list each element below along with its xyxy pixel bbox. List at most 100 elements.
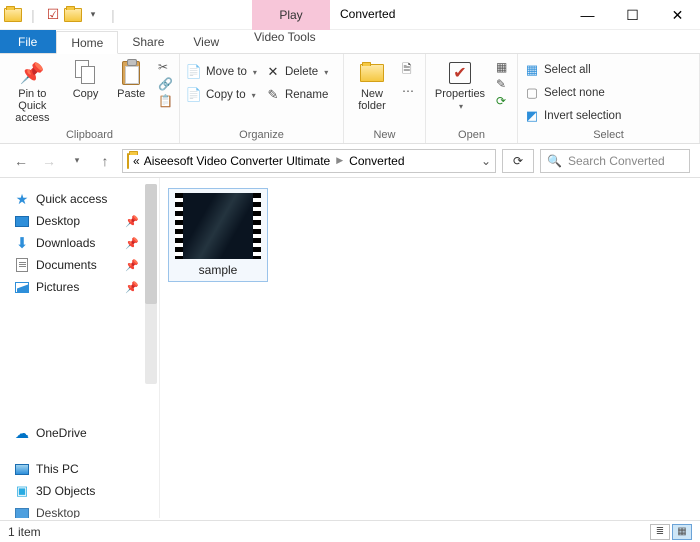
- title-bar: | ☑ ▾ | Play Converted — ☐ ✕: [0, 0, 700, 30]
- objects-3d-icon: ▣: [14, 483, 30, 499]
- pin-quick-access-button[interactable]: 📌 Pin to Quick access: [6, 58, 59, 124]
- desktop-icon: [14, 505, 30, 518]
- sidebar-item-desktop-2[interactable]: Desktop: [14, 502, 155, 518]
- content-area[interactable]: sample: [160, 178, 700, 518]
- navigation-pane: ★Quick access Desktop📌 ⬇Downloads📌 Docum…: [0, 178, 160, 518]
- select-none-button[interactable]: ▢Select none: [524, 83, 621, 103]
- details-view-button[interactable]: ≣: [650, 524, 670, 540]
- paste-shortcut-icon[interactable]: 📋: [158, 94, 173, 108]
- file-item-label: sample: [199, 263, 238, 277]
- group-select: ▦Select all ▢Select none ◩Invert selecti…: [518, 54, 700, 143]
- select-all-icon: ▦: [524, 62, 540, 78]
- pin-icon: 📌: [19, 60, 45, 86]
- open-extras: ▦ ✎ ⟳: [496, 58, 507, 108]
- pin-icon: 📌: [125, 259, 139, 272]
- pin-label: Pin to Quick access: [6, 88, 59, 124]
- back-button[interactable]: ←: [10, 150, 32, 172]
- tab-home[interactable]: Home: [56, 31, 118, 54]
- paste-label: Paste: [117, 88, 145, 100]
- open-icon[interactable]: ▦: [496, 60, 507, 74]
- edit-icon[interactable]: ✎: [496, 77, 507, 91]
- group-clipboard: 📌 Pin to Quick access Copy Paste ✂ 🔗 📋 C…: [0, 54, 180, 143]
- new-folder-button[interactable]: New folder: [350, 58, 394, 112]
- ribbon-tabs: File Home Share View Video Tools: [0, 30, 700, 54]
- rename-icon: ✎: [265, 87, 281, 103]
- refresh-button[interactable]: ⟳: [502, 149, 534, 173]
- tab-video-tools[interactable]: Video Tools: [240, 30, 331, 44]
- copy-to-icon: 📄: [186, 87, 202, 103]
- view-mode-buttons: ≣ ▦: [650, 524, 692, 540]
- status-bar: 1 item ≣ ▦: [0, 520, 700, 542]
- breadcrumb-item[interactable]: Aiseesoft Video Converter Ultimate: [144, 154, 331, 168]
- chevron-down-icon: ▾: [324, 68, 328, 77]
- search-input[interactable]: 🔍 Search Converted: [540, 149, 690, 173]
- up-button[interactable]: ↑: [94, 150, 116, 172]
- chevron-down-icon: ▾: [459, 102, 463, 111]
- close-button[interactable]: ✕: [655, 0, 700, 30]
- select-all-button[interactable]: ▦Select all: [524, 60, 621, 80]
- easy-access-icon[interactable]: ⋯: [402, 84, 414, 98]
- pictures-icon: [14, 279, 30, 295]
- window-title: Converted: [340, 7, 395, 21]
- maximize-button[interactable]: ☐: [610, 0, 655, 30]
- rename-button[interactable]: ✎Rename: [265, 85, 328, 105]
- thumbnails-view-button[interactable]: ▦: [672, 524, 692, 540]
- pin-icon: 📌: [125, 215, 139, 228]
- properties-button[interactable]: ✔ Properties ▾: [432, 58, 488, 111]
- paste-button[interactable]: Paste: [112, 58, 150, 100]
- select-none-icon: ▢: [524, 85, 540, 101]
- invert-selection-icon: ◩: [524, 108, 540, 124]
- file-item[interactable]: sample: [168, 188, 268, 282]
- tab-share[interactable]: Share: [118, 30, 179, 53]
- copy-button[interactable]: Copy: [67, 58, 105, 100]
- qat-dropdown-icon[interactable]: ▾: [84, 6, 102, 24]
- sidebar-onedrive[interactable]: ☁OneDrive: [14, 422, 155, 444]
- search-placeholder: Search Converted: [568, 154, 665, 168]
- tab-view[interactable]: View: [179, 30, 234, 53]
- group-organize-label: Organize: [186, 127, 337, 142]
- new-item-icon[interactable]: 🗎: [402, 60, 414, 81]
- cut-icon[interactable]: ✂: [158, 60, 173, 74]
- quick-access-toolbar: | ☑ ▾ |: [0, 6, 126, 24]
- group-organize: 📄Move to▾ 📄Copy to▾ ✕Delete▾ ✎Rename Org…: [180, 54, 344, 143]
- minimize-button[interactable]: —: [565, 0, 610, 30]
- paste-icon: [118, 60, 144, 86]
- sidebar-item-pictures[interactable]: Pictures📌: [14, 276, 155, 298]
- chevron-down-icon: ▾: [252, 91, 256, 100]
- chevron-down-icon: ▾: [253, 68, 257, 77]
- sidebar-scrollbar-thumb[interactable]: [145, 184, 157, 304]
- sidebar-item-3d-objects[interactable]: ▣3D Objects: [14, 480, 155, 502]
- delete-button[interactable]: ✕Delete▾: [265, 62, 328, 82]
- contextual-tab-play[interactable]: Play: [252, 0, 330, 30]
- copy-icon: [73, 60, 99, 86]
- folder-icon: [127, 154, 129, 168]
- copy-path-icon[interactable]: 🔗: [158, 77, 173, 91]
- sidebar-quick-access[interactable]: ★Quick access: [14, 188, 155, 210]
- pin-icon: 📌: [125, 237, 139, 250]
- app-folder-icon: [4, 6, 22, 24]
- qat-newfolder-icon[interactable]: [64, 6, 82, 24]
- copy-to-button[interactable]: 📄Copy to▾: [186, 85, 257, 105]
- group-clipboard-label: Clipboard: [6, 127, 173, 142]
- history-icon[interactable]: ⟳: [496, 94, 507, 108]
- forward-button[interactable]: →: [38, 150, 60, 172]
- ribbon: 📌 Pin to Quick access Copy Paste ✂ 🔗 📋 C…: [0, 54, 700, 144]
- move-to-icon: 📄: [186, 64, 202, 80]
- qat-properties-icon[interactable]: ☑: [44, 6, 62, 24]
- move-to-button[interactable]: 📄Move to▾: [186, 62, 257, 82]
- sidebar-item-desktop[interactable]: Desktop📌: [14, 210, 155, 232]
- recent-dropdown[interactable]: ▾: [66, 150, 88, 172]
- address-dropdown-icon[interactable]: ⌄: [481, 154, 491, 168]
- sidebar-this-pc[interactable]: This PC: [14, 458, 155, 480]
- sidebar-item-documents[interactable]: Documents📌: [14, 254, 155, 276]
- navigation-bar: ← → ▾ ↑ « Aiseesoft Video Converter Ulti…: [0, 144, 700, 178]
- search-icon: 🔍: [547, 154, 562, 168]
- sidebar-item-downloads[interactable]: ⬇Downloads📌: [14, 232, 155, 254]
- tab-file[interactable]: File: [0, 30, 56, 53]
- star-icon: ★: [14, 191, 30, 207]
- address-bar[interactable]: « Aiseesoft Video Converter Ultimate ▶ C…: [122, 149, 496, 173]
- new-folder-icon: [359, 60, 385, 86]
- breadcrumb-item[interactable]: Converted: [349, 154, 404, 168]
- video-thumbnail-icon: [175, 193, 261, 259]
- invert-selection-button[interactable]: ◩Invert selection: [524, 106, 621, 126]
